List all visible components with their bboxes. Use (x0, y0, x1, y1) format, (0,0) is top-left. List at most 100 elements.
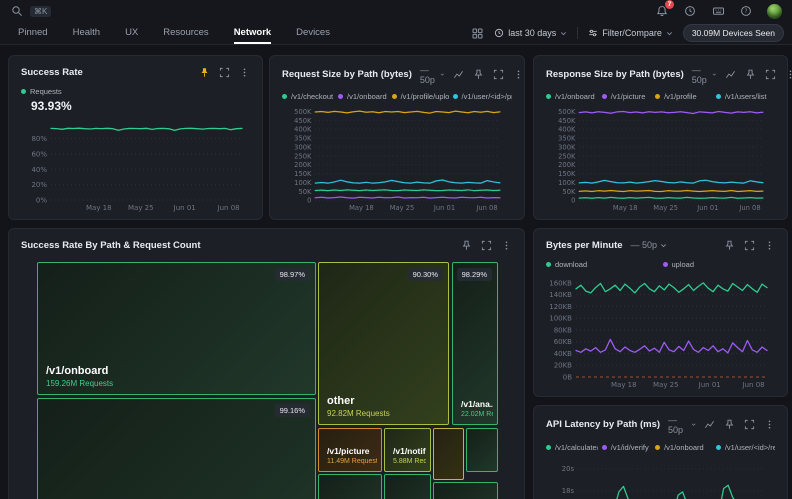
nav-tab-pinned[interactable]: Pinned (18, 22, 48, 44)
treemap-box-v1-ana[interactable]: 98.29%/v1/ana...22.02M Re... (452, 262, 498, 425)
svg-text:May 18: May 18 (613, 204, 638, 212)
legend-item[interactable]: /v1/onboard (338, 92, 388, 101)
kebab-menu-icon[interactable] (501, 240, 512, 251)
keyboard-icon[interactable] (711, 4, 725, 18)
legend-item[interactable]: upload (663, 260, 776, 269)
filter-compare-dropdown[interactable]: Filter/Compare (588, 28, 673, 38)
treemap-box-v1-notifi[interactable]: /v1/notifi...5.88M Requ... (384, 428, 431, 472)
percentile-label: — 50p (668, 415, 688, 435)
pin-icon[interactable] (724, 419, 735, 430)
kebab-menu-icon[interactable] (764, 240, 775, 251)
chevron-down-icon (712, 71, 717, 78)
pin-icon[interactable] (461, 240, 472, 251)
card-title: Bytes per Minute (546, 240, 623, 251)
devices-seen-badge[interactable]: 30.09M Devices Seen (683, 24, 784, 42)
chart-options-icon[interactable] (704, 419, 715, 430)
history-icon[interactable] (683, 4, 697, 18)
nav-tab-health[interactable]: Health (73, 22, 100, 44)
legend-dot (655, 94, 660, 99)
response-size-chart[interactable]: 050K100K150K200K250K300K350K400K450K500K… (546, 105, 775, 213)
svg-text:300K: 300K (558, 144, 576, 152)
legend-item[interactable]: /v1/checkout (282, 92, 334, 101)
request-count: 159.26M Requests (46, 379, 311, 388)
expand-icon[interactable] (765, 69, 776, 80)
percentile-dropdown[interactable]: — 50p (420, 65, 445, 85)
nav-tab-resources[interactable]: Resources (163, 22, 208, 44)
treemap-box-text: /v1/onboard 159.26M Requests (46, 365, 311, 388)
chart-options-icon[interactable] (725, 69, 736, 80)
avatar[interactable] (767, 4, 782, 19)
treemap-box[interactable] (384, 474, 431, 499)
svg-text:Jun 08: Jun 08 (742, 381, 765, 389)
treemap-box-text: /v1/ana...22.02M Re... (461, 399, 493, 418)
legend-item[interactable]: Requests (21, 87, 250, 96)
nav-tab-devices[interactable]: Devices (296, 22, 330, 44)
kebab-menu-icon[interactable] (785, 69, 792, 80)
kebab-menu-icon[interactable] (513, 69, 524, 80)
legend-item[interactable]: /v1/id/verify (602, 443, 651, 452)
treemap-box[interactable] (318, 474, 382, 499)
legend-item[interactable]: /v1/user/<id>/rem... (716, 443, 775, 452)
legend-item[interactable]: download (546, 260, 659, 269)
treemap-box-v1-onboard[interactable]: 98.97%/v1/onboard159.26M Requests (37, 262, 316, 395)
svg-text:0B: 0B (563, 374, 572, 382)
pin-icon[interactable] (473, 69, 484, 80)
treemap-box[interactable] (433, 482, 498, 499)
bytes-per-minute-chart[interactable]: 0B20KB40KB60KB80KB100KB120KB140KB160KBMa… (546, 273, 775, 390)
nav-tab-ux[interactable]: UX (125, 22, 138, 44)
search-shortcut-badge[interactable]: ⌘K (30, 6, 51, 17)
treemap-box-v1-picture[interactable]: /v1/picture11.49M Requests (318, 428, 382, 472)
expand-icon[interactable] (744, 419, 755, 430)
svg-text:Jun 08: Jun 08 (217, 204, 240, 212)
kebab-menu-icon[interactable] (239, 67, 250, 78)
path-label: /v1/ana... (461, 399, 493, 409)
legend-item[interactable]: /v1/calculate/eta (546, 443, 598, 452)
treemap-box-ping[interactable]: 99.16%/ping (37, 398, 316, 499)
legend-item[interactable]: /v1/onboard (655, 443, 712, 452)
percentile-dropdown[interactable]: — 50p (631, 240, 668, 250)
chevron-down-icon (660, 242, 667, 249)
percentile-dropdown[interactable]: — 50p (668, 415, 696, 435)
card-title: Success Rate (21, 67, 83, 78)
legend-item[interactable]: /v1/profile (655, 92, 712, 101)
svg-text:May 18: May 18 (86, 204, 112, 212)
kebab-menu-icon[interactable] (764, 419, 775, 430)
path-label: /v1/onboard (46, 365, 311, 377)
pin-icon[interactable] (745, 69, 756, 80)
search-icon[interactable] (10, 4, 24, 18)
api-latency-chart[interactable]: 12s14s16s18s20sMay 18May 25Jun 01Jun 08 (546, 456, 775, 499)
legend-item[interactable]: /v1/users/list (716, 92, 775, 101)
chart-options-icon[interactable] (453, 69, 464, 80)
help-icon[interactable]: ? (739, 4, 753, 18)
expand-icon[interactable] (493, 69, 504, 80)
svg-text:250K: 250K (294, 153, 312, 161)
request-size-chart[interactable]: 050K100K150K200K250K300K350K400K450K500K… (282, 105, 512, 213)
legend-item[interactable]: /v1/profile/upload (392, 92, 449, 101)
expand-icon[interactable] (744, 240, 755, 251)
legend-label: download (555, 260, 587, 269)
legend-label: /v1/picture (611, 92, 646, 101)
treemap-box-other[interactable]: 90.30%other92.82M Requests (318, 262, 449, 425)
svg-text:May 18: May 18 (611, 381, 637, 389)
svg-text:350K: 350K (558, 135, 576, 143)
notifications-bell-icon[interactable]: 7 (655, 4, 669, 18)
success-rate-badge: 90.30% (408, 268, 443, 281)
nav-tab-network[interactable]: Network (234, 22, 271, 44)
expand-icon[interactable] (481, 240, 492, 251)
legend-item[interactable]: /v1/picture (602, 92, 651, 101)
time-range-dropdown[interactable]: last 30 days (494, 28, 567, 38)
svg-text:450K: 450K (558, 117, 576, 125)
treemap-box[interactable] (466, 428, 498, 472)
svg-text:80%: 80% (31, 135, 47, 143)
treemap-box[interactable] (433, 428, 464, 480)
expand-icon[interactable] (219, 67, 230, 78)
treemap-box-text: /v1/picture11.49M Requests (327, 446, 377, 465)
success-rate-chart[interactable]: 0%20%40%60%80%May 18May 25Jun 01Jun 08 (21, 117, 250, 213)
percentile-dropdown[interactable]: — 50p (692, 65, 717, 85)
pin-icon[interactable] (199, 67, 210, 78)
legend-item[interactable]: /v1/user/<id>/profile (453, 92, 512, 101)
dashboard-grid-icon[interactable] (470, 26, 484, 40)
legend-item[interactable]: /v1/onboard (546, 92, 598, 101)
pin-icon[interactable] (724, 240, 735, 251)
chevron-down-icon (691, 421, 696, 428)
